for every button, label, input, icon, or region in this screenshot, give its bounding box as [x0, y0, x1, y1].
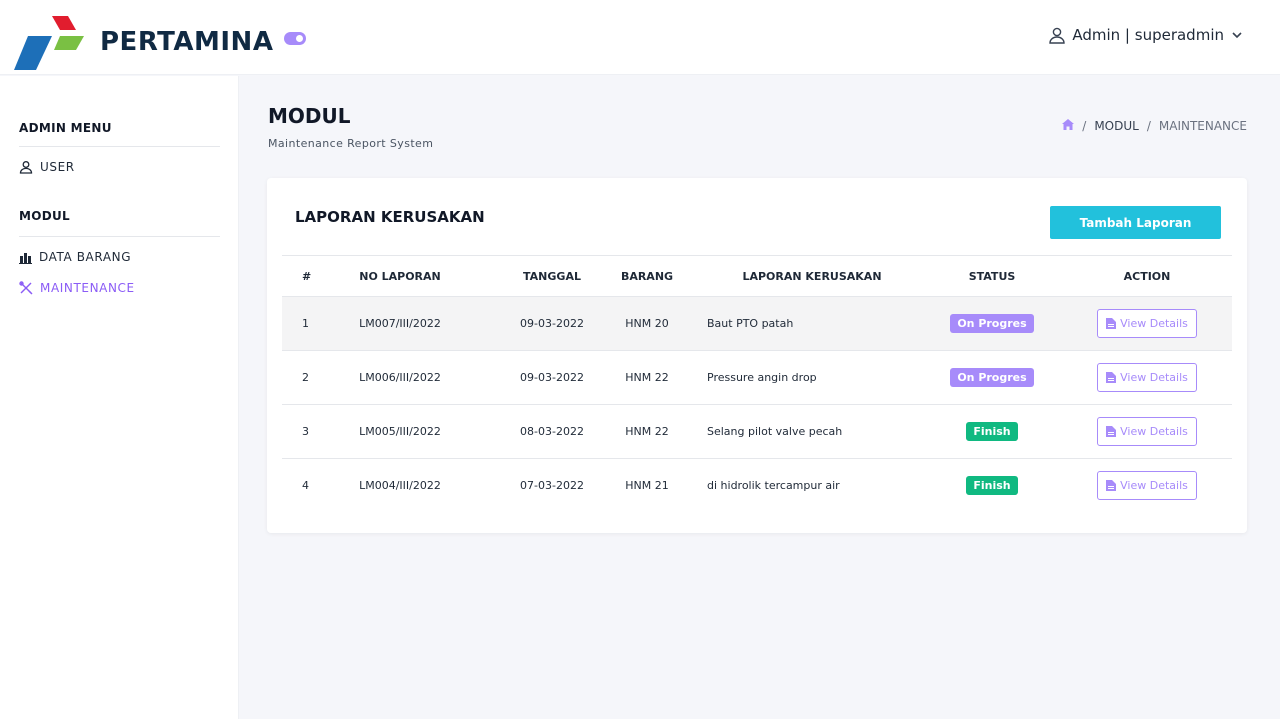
- view-details-button[interactable]: View Details: [1097, 471, 1197, 500]
- report-date: 08-03-2022: [520, 425, 584, 438]
- status-cell: On Progres: [942, 297, 1042, 350]
- item-code: HNM 21: [625, 479, 669, 492]
- pertamina-logo-icon: [14, 16, 84, 70]
- table-row: 1 LM007/III/2022 09-03-2022 HNM 20 Baut …: [282, 296, 1232, 350]
- item-code: HNM 22: [625, 371, 669, 384]
- column-header: ACTION: [1123, 269, 1171, 283]
- sidebar-item-user[interactable]: USER: [19, 160, 75, 174]
- brand-name: PERTAMINA: [100, 27, 274, 57]
- column-header: NO LAPORAN: [359, 269, 441, 283]
- report-table: # NO LAPORAN TANGGAL BARANG LAPORAN KERU…: [282, 255, 1232, 512]
- breadcrumb: / MODUL / MAINTENANCE: [1062, 119, 1247, 133]
- document-icon: [1106, 318, 1117, 329]
- document-icon: [1106, 480, 1117, 491]
- add-report-button[interactable]: Tambah Laporan: [1050, 206, 1221, 239]
- report-date: 07-03-2022: [520, 479, 584, 492]
- damage-report: di hidrolik tercampur air: [707, 479, 840, 492]
- column-header: STATUS: [968, 269, 1016, 283]
- status-cell: Finish: [942, 405, 1042, 458]
- sidebar-item-label: DATA BARANG: [39, 250, 132, 264]
- breadcrumb-separator: /: [1146, 119, 1151, 133]
- view-details-button[interactable]: View Details: [1097, 417, 1197, 446]
- view-details-label: View Details: [1120, 317, 1188, 330]
- table-row: 3 LM005/III/2022 08-03-2022 HNM 22 Selan…: [282, 404, 1232, 458]
- item-code: HNM 20: [625, 317, 669, 330]
- status-badge: On Progres: [950, 368, 1034, 387]
- document-icon: [1106, 372, 1117, 383]
- sidebar-divider: [19, 146, 220, 147]
- table-row: 4 LM004/III/2022 07-03-2022 HNM 21 di hi…: [282, 458, 1232, 512]
- home-icon[interactable]: [1062, 119, 1075, 133]
- status-cell: Finish: [942, 459, 1042, 512]
- sidebar-heading-modul: MODUL: [19, 209, 70, 223]
- view-details-label: View Details: [1120, 425, 1188, 438]
- sidebar: ADMIN MENU USER MODUL DATA BARANG MAINTE…: [0, 76, 239, 719]
- breadcrumb-item-modul[interactable]: MODUL: [1094, 119, 1139, 133]
- sidebar-item-data-barang[interactable]: DATA BARANG: [19, 250, 131, 264]
- report-date: 09-03-2022: [520, 371, 584, 384]
- column-header: TANGGAL: [523, 269, 581, 283]
- sidebar-heading-admin: ADMIN MENU: [19, 121, 112, 135]
- page-subtitle: Maintenance Report System: [268, 137, 434, 150]
- view-details-button[interactable]: View Details: [1097, 363, 1197, 392]
- row-number: 1: [302, 317, 309, 330]
- building-icon: [19, 251, 32, 264]
- item-code: HNM 22: [625, 425, 669, 438]
- sidebar-item-label: USER: [40, 160, 75, 174]
- page-title: MODUL: [268, 104, 351, 128]
- column-header: LAPORAN KERUSAKAN: [742, 269, 882, 283]
- row-number: 3: [302, 425, 309, 438]
- pertamina-logo[interactable]: PERTAMINA: [14, 14, 273, 70]
- status-badge: Finish: [966, 476, 1018, 495]
- breadcrumb-separator: /: [1082, 119, 1087, 133]
- user-menu[interactable]: Admin | superadmin: [1048, 26, 1244, 44]
- report-card: LAPORAN KERUSAKAN Tambah Laporan # NO LA…: [267, 178, 1247, 533]
- sidebar-item-label: MAINTENANCE: [40, 281, 135, 295]
- breadcrumb-item-maintenance: MAINTENANCE: [1158, 119, 1247, 133]
- sidebar-divider: [19, 236, 220, 237]
- report-number: LM004/III/2022: [359, 479, 441, 492]
- report-number: LM005/III/2022: [359, 425, 441, 438]
- damage-report: Pressure angin drop: [707, 371, 817, 384]
- column-header: BARANG: [620, 269, 674, 283]
- view-details-button[interactable]: View Details: [1097, 309, 1197, 338]
- report-number: LM007/III/2022: [359, 317, 441, 330]
- user-icon: [1048, 26, 1066, 44]
- status-badge: On Progres: [950, 314, 1034, 333]
- damage-report: Selang pilot valve pecah: [707, 425, 843, 438]
- action-cell: View Details: [1092, 459, 1202, 512]
- view-details-label: View Details: [1120, 479, 1188, 492]
- action-cell: View Details: [1092, 297, 1202, 350]
- row-number: 2: [302, 371, 309, 384]
- topbar: PERTAMINA Admin | superadmin: [0, 0, 1280, 75]
- sidebar-item-maintenance[interactable]: MAINTENANCE: [19, 281, 135, 295]
- table-row: 2 LM006/III/2022 09-03-2022 HNM 22 Press…: [282, 350, 1232, 404]
- damage-report: Baut PTO patah: [707, 317, 794, 330]
- user-menu-label: Admin | superadmin: [1072, 26, 1224, 44]
- row-number: 4: [302, 479, 309, 492]
- document-icon: [1106, 426, 1117, 437]
- user-icon: [19, 160, 33, 174]
- column-header: #: [302, 269, 312, 283]
- tools-icon: [19, 281, 33, 295]
- sidebar-toggle[interactable]: [284, 32, 306, 45]
- table-header: # NO LAPORAN TANGGAL BARANG LAPORAN KERU…: [282, 255, 1232, 296]
- report-number: LM006/III/2022: [359, 371, 441, 384]
- status-badge: Finish: [966, 422, 1018, 441]
- card-title: LAPORAN KERUSAKAN: [295, 208, 485, 226]
- report-date: 09-03-2022: [520, 317, 584, 330]
- action-cell: View Details: [1092, 405, 1202, 458]
- action-cell: View Details: [1092, 351, 1202, 404]
- status-cell: On Progres: [942, 351, 1042, 404]
- chevron-down-icon: [1230, 28, 1244, 42]
- view-details-label: View Details: [1120, 371, 1188, 384]
